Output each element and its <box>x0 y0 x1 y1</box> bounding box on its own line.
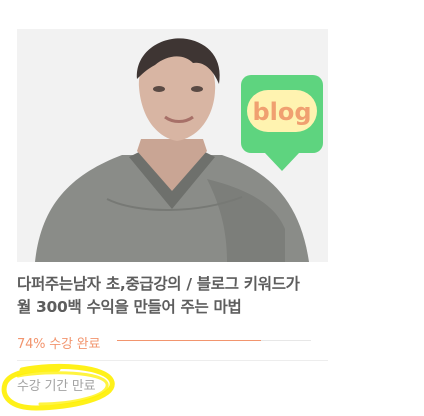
progress-bar <box>117 339 311 341</box>
course-card[interactable]: blog 다퍼주는남자 초,중급강의 / 블로그 키워드가 월 300백 수익을… <box>17 29 328 409</box>
course-title-line-1: 다퍼주는남자 초,중급강의 / 블로그 키워드가 <box>17 275 300 293</box>
blog-badge-icon: blog <box>241 75 323 171</box>
course-thumbnail[interactable]: blog <box>17 29 328 262</box>
divider <box>17 360 328 361</box>
course-title[interactable]: 다퍼주는남자 초,중급강의 / 블로그 키워드가 월 300백 수익을 만들어 … <box>17 273 328 319</box>
blog-badge-label: blog <box>252 98 311 126</box>
progress-bar-fill <box>117 339 261 341</box>
course-title-line-2: 월 300백 수익을 만들어 주는 마법 <box>17 298 242 316</box>
progress-row: 74% 수강 완료 <box>17 332 328 352</box>
progress-label: 74% 수강 완료 <box>17 337 101 352</box>
enrollment-status-label: 수강 기간 만료 <box>17 379 96 394</box>
